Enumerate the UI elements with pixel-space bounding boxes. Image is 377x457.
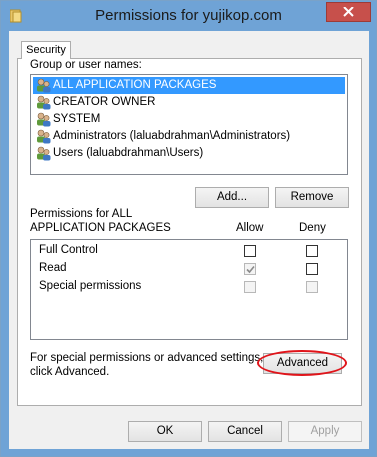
special-permissions-deny-checkbox[interactable]	[306, 281, 318, 293]
advanced-hint-line1: For special permissions or advanced sett…	[30, 352, 264, 364]
close-icon	[343, 7, 354, 17]
remove-button[interactable]: Remove	[275, 187, 349, 208]
apply-button[interactable]: Apply	[288, 421, 362, 442]
advanced-hint-line2: click Advanced.	[30, 366, 110, 378]
add-button[interactable]: Add...	[195, 187, 269, 208]
annotation-circle	[257, 350, 347, 376]
list-item[interactable]: ALL APPLICATION PACKAGES	[33, 77, 345, 94]
user-name: Administrators (laluabdrahman\Administra…	[53, 130, 291, 142]
full-control-allow-checkbox[interactable]	[244, 245, 256, 257]
checkmark-icon	[246, 265, 255, 274]
close-button[interactable]	[326, 2, 371, 22]
permissions-window: Permissions for yujikop.com Security Gro…	[0, 0, 377, 457]
cancel-button[interactable]: Cancel	[208, 421, 282, 442]
permission-name: Read	[39, 262, 67, 274]
list-item[interactable]: CREATOR OWNER	[33, 94, 345, 111]
full-control-deny-checkbox[interactable]	[306, 245, 318, 257]
permission-name: Special permissions	[39, 280, 142, 292]
user-group-icon	[35, 145, 52, 162]
user-group-icon	[35, 77, 52, 94]
read-allow-checkbox[interactable]	[244, 263, 256, 275]
title-bar[interactable]: Permissions for yujikop.com	[1, 1, 376, 31]
user-group-icon	[35, 128, 52, 145]
read-deny-checkbox[interactable]	[306, 263, 318, 275]
permissions-for-label-line2: APPLICATION PACKAGES	[30, 222, 171, 234]
tab-security[interactable]: Security	[21, 41, 71, 59]
permissions-for-label-line1: Permissions for ALL	[30, 208, 133, 220]
special-permissions-allow-checkbox[interactable]	[244, 281, 256, 293]
user-name: Users (laluabdrahman\Users)	[53, 147, 204, 159]
list-item[interactable]: Users (laluabdrahman\Users)	[33, 145, 345, 162]
window-title: Permissions for yujikop.com	[95, 7, 282, 24]
dialog-client-area: Security Group or user names: ALL APPLIC…	[9, 31, 369, 449]
deny-column-header: Deny	[299, 222, 326, 234]
allow-column-header: Allow	[236, 222, 264, 234]
list-item[interactable]: Administrators (laluabdrahman\Administra…	[33, 128, 345, 145]
ok-button[interactable]: OK	[128, 421, 202, 442]
permission-name: Full Control	[39, 244, 98, 256]
user-list[interactable]: ALL APPLICATION PACKAGES CREATOR OWNER S…	[30, 74, 348, 175]
permissions-list[interactable]: Full Control Read Special permissions	[30, 239, 348, 340]
user-group-icon	[35, 111, 52, 128]
user-name: CREATOR OWNER	[53, 96, 156, 108]
user-name: SYSTEM	[53, 113, 101, 125]
list-item[interactable]: SYSTEM	[33, 111, 345, 128]
user-name: ALL APPLICATION PACKAGES	[53, 79, 217, 91]
user-group-icon	[35, 94, 52, 111]
group-or-user-names-label: Group or user names:	[30, 59, 142, 71]
